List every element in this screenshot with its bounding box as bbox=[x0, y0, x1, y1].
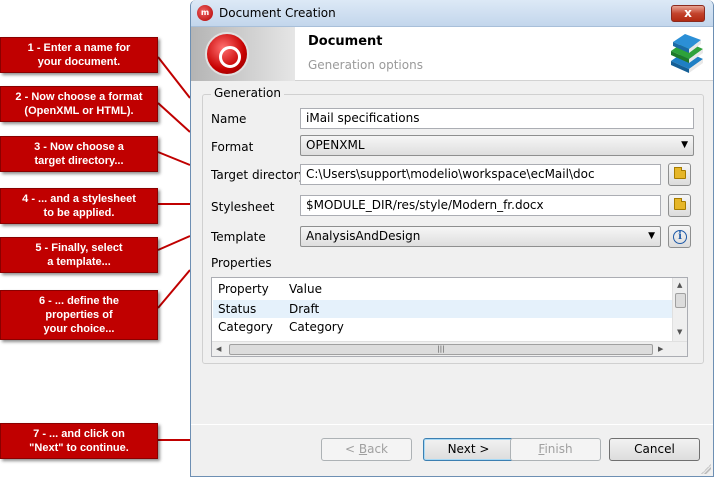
back-rest: ack bbox=[367, 442, 388, 456]
separator bbox=[191, 424, 713, 425]
property-name: Category bbox=[218, 320, 273, 334]
callout-6: 6 - ... define the properties of your ch… bbox=[0, 290, 158, 340]
back-button[interactable]: < Back bbox=[321, 438, 412, 461]
name-label: Name bbox=[211, 112, 247, 126]
document-creation-dialog: m Document Creation x Document Generatio… bbox=[190, 0, 714, 477]
name-input[interactable]: iMail specifications bbox=[300, 108, 694, 129]
back-prefix: < bbox=[344, 442, 359, 456]
banner-graphic bbox=[191, 27, 295, 81]
template-select[interactable]: AnalysisAndDesign ▼ bbox=[300, 226, 661, 247]
arrow-2 bbox=[157, 102, 191, 133]
chevron-down-icon: ▼ bbox=[648, 231, 655, 241]
stylesheet-input[interactable]: $MODULE_DIR/res/style/Modern_fr.docx bbox=[300, 195, 661, 216]
target-directory-input[interactable]: C:\Users\support\modelio\workspace\ecMai… bbox=[300, 164, 661, 185]
callout-4: 4 - ... and a stylesheet to be applied. bbox=[0, 188, 158, 224]
cancel-button[interactable]: Cancel bbox=[609, 438, 700, 461]
wizard-header: Document Generation options bbox=[191, 27, 713, 81]
chevron-down-icon: ▼ bbox=[681, 140, 688, 150]
property-name: Status bbox=[218, 302, 257, 316]
arrow-1 bbox=[157, 56, 191, 99]
folder-icon bbox=[674, 198, 686, 210]
books-icon bbox=[671, 34, 703, 73]
table-row[interactable]: Category Category bbox=[213, 318, 675, 336]
format-select[interactable]: OPENXML ▼ bbox=[300, 135, 694, 156]
arrow-5 bbox=[157, 235, 191, 251]
template-info-button[interactable]: i bbox=[668, 225, 691, 248]
callout-5: 5 - Finally, select a template... bbox=[0, 237, 158, 273]
title-bar[interactable]: m Document Creation x bbox=[191, 0, 713, 27]
template-label: Template bbox=[211, 230, 266, 244]
finish-button[interactable]: Finish bbox=[510, 438, 601, 461]
modelio-logo-icon: m bbox=[197, 5, 213, 21]
stylesheet-label: Stylesheet bbox=[211, 200, 275, 214]
vertical-scrollbar[interactable]: ▲ ▼ bbox=[672, 278, 687, 341]
callout-7: 7 - ... and click on "Next" to continue. bbox=[0, 423, 158, 459]
properties-table[interactable]: Property Value Status Draft Category Cat… bbox=[211, 277, 688, 357]
properties-label: Properties bbox=[211, 256, 272, 270]
group-legend: Generation bbox=[211, 86, 284, 100]
scroll-thumb[interactable]: ||| bbox=[229, 344, 653, 355]
finish-rest: inish bbox=[544, 442, 573, 456]
target-directory-label: Target directory bbox=[211, 168, 306, 182]
folder-icon bbox=[674, 167, 686, 179]
close-button[interactable]: x bbox=[671, 5, 705, 22]
page-title: Document bbox=[308, 34, 383, 49]
callout-2: 2 - Now choose a format (OpenXML or HTML… bbox=[0, 86, 158, 122]
scroll-left-icon[interactable]: ◀ bbox=[216, 345, 221, 353]
column-header-property[interactable]: Property bbox=[218, 280, 269, 298]
callout-3: 3 - Now choose a target directory... bbox=[0, 136, 158, 172]
browse-directory-button[interactable] bbox=[668, 163, 691, 186]
table-header: Property Value bbox=[212, 278, 674, 300]
back-accelerator: B bbox=[358, 442, 368, 456]
horizontal-scrollbar[interactable]: ◀ ||| ▶ bbox=[212, 341, 687, 356]
page-subtitle: Generation options bbox=[308, 58, 423, 72]
arrow-3 bbox=[157, 151, 191, 166]
template-value: AnalysisAndDesign bbox=[306, 229, 421, 243]
property-value[interactable]: Category bbox=[289, 318, 344, 336]
format-value: OPENXML bbox=[306, 138, 365, 152]
next-button[interactable]: Next > bbox=[423, 438, 514, 461]
table-row[interactable]: Status Draft bbox=[213, 300, 675, 318]
scroll-thumb[interactable] bbox=[675, 293, 686, 308]
column-header-value[interactable]: Value bbox=[289, 280, 322, 298]
scroll-down-icon[interactable]: ▼ bbox=[677, 328, 682, 336]
browse-stylesheet-button[interactable] bbox=[668, 194, 691, 217]
property-value[interactable]: Draft bbox=[289, 300, 319, 318]
scroll-up-icon[interactable]: ▲ bbox=[677, 281, 682, 289]
window-title: Document Creation bbox=[219, 6, 336, 20]
modelio-logo-icon bbox=[205, 32, 249, 76]
generation-group: Generation Name iMail specifications For… bbox=[202, 86, 704, 364]
resize-grip[interactable] bbox=[701, 464, 711, 474]
scroll-right-icon[interactable]: ▶ bbox=[658, 345, 663, 353]
info-icon: i bbox=[673, 230, 687, 244]
arrow-6 bbox=[157, 269, 191, 309]
format-label: Format bbox=[211, 140, 254, 154]
callout-1: 1 - Enter a name for your document. bbox=[0, 37, 158, 73]
